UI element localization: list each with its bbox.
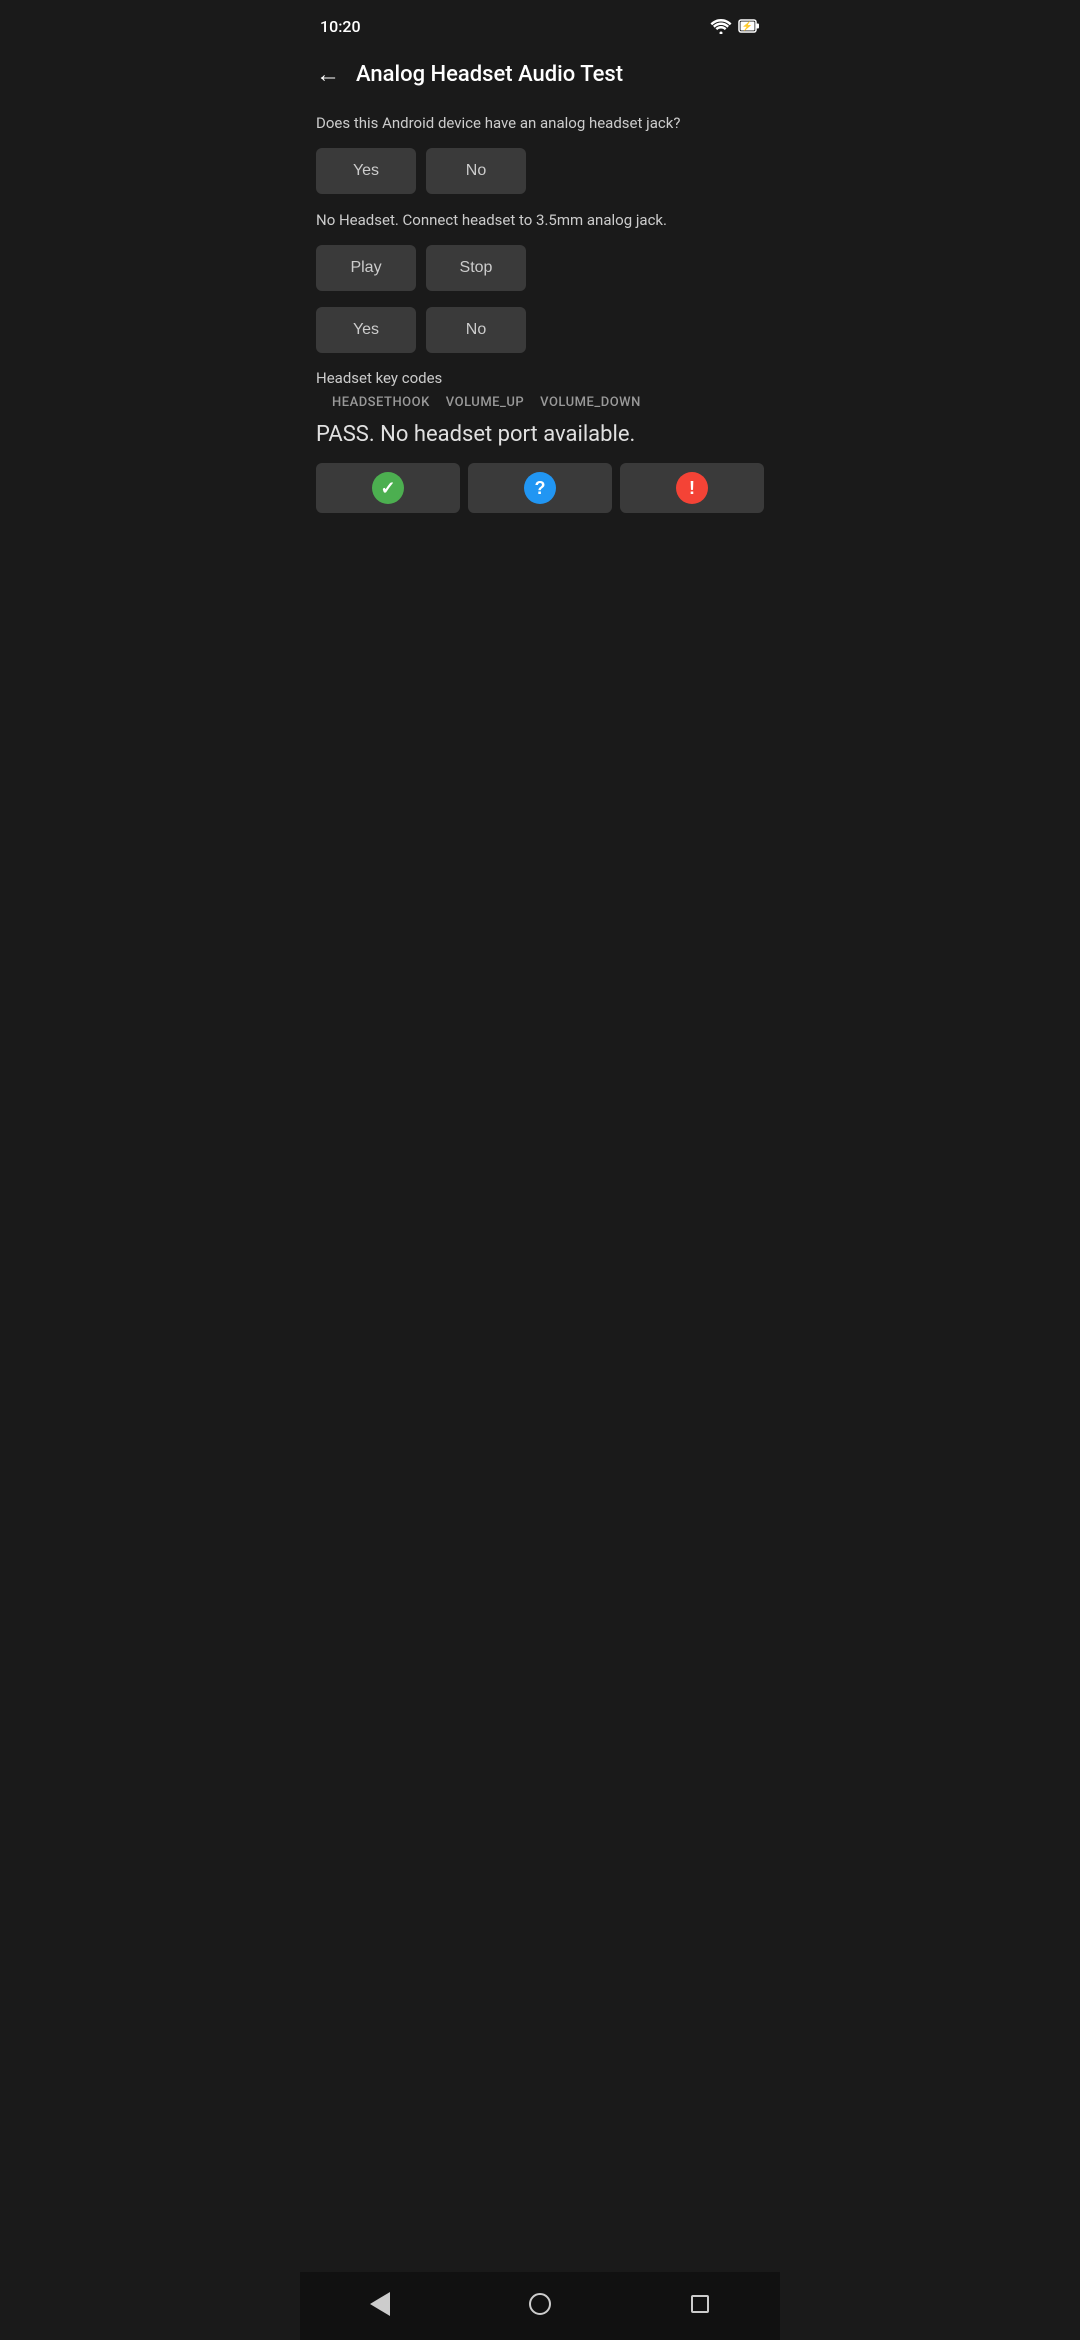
unknown-icon: ? xyxy=(524,472,556,504)
nav-home-icon xyxy=(529,2293,551,2315)
unknown-action-button[interactable]: ? xyxy=(468,463,612,513)
nav-recent-icon xyxy=(691,2295,709,2313)
headset-jack-question: Does this Android device have an analog … xyxy=(316,113,764,134)
headset-connect-info: No Headset. Connect headset to 3.5mm ana… xyxy=(316,210,764,231)
status-bar: 10:20 ⚡ xyxy=(300,0,780,48)
yes-no-buttons: Yes No xyxy=(316,307,764,353)
pass-action-button[interactable]: ✓ xyxy=(316,463,460,513)
svg-text:⚡: ⚡ xyxy=(742,20,753,32)
status-time: 10:20 xyxy=(320,17,361,36)
play-stop-buttons: Play Stop xyxy=(316,245,764,291)
no-button-1[interactable]: No xyxy=(426,148,526,194)
yes-button-2[interactable]: Yes xyxy=(316,307,416,353)
key-code-headsethook: HEADSETHOOK xyxy=(332,395,430,410)
wifi-icon xyxy=(710,18,732,34)
navigation-bar xyxy=(300,2272,780,2340)
nav-recent-button[interactable] xyxy=(680,2284,720,2324)
pass-text: PASS. No headset port available. xyxy=(316,422,764,447)
key-code-volume-down: VOLUME_DOWN xyxy=(540,395,641,410)
fail-icon: ! xyxy=(676,472,708,504)
fail-exclamation: ! xyxy=(689,478,695,499)
nav-home-button[interactable] xyxy=(520,2284,560,2324)
pass-icon: ✓ xyxy=(372,472,404,504)
nav-back-button[interactable] xyxy=(360,2284,400,2324)
nav-back-icon xyxy=(370,2292,390,2316)
page-title: Analog Headset Audio Test xyxy=(356,62,623,87)
content-area: Does this Android device have an analog … xyxy=(300,105,780,2272)
status-icons: ⚡ xyxy=(710,18,760,34)
key-codes-list: HEADSETHOOK VOLUME_UP VOLUME_DOWN xyxy=(316,395,764,410)
battery-charging-icon: ⚡ xyxy=(738,18,760,34)
action-buttons-row: ✓ ? ! xyxy=(316,463,764,513)
unknown-question-mark: ? xyxy=(535,478,546,499)
header: ← Analog Headset Audio Test xyxy=(300,48,780,105)
key-code-volume-up: VOLUME_UP xyxy=(446,395,524,410)
back-button[interactable]: ← xyxy=(316,60,340,89)
no-button-2[interactable]: No xyxy=(426,307,526,353)
play-button[interactable]: Play xyxy=(316,245,416,291)
stop-button[interactable]: Stop xyxy=(426,245,526,291)
key-codes-label: Headset key codes xyxy=(316,369,764,387)
fail-action-button[interactable]: ! xyxy=(620,463,764,513)
pass-checkmark: ✓ xyxy=(380,478,395,499)
headset-jack-buttons: Yes No xyxy=(316,148,764,194)
yes-button-1[interactable]: Yes xyxy=(316,148,416,194)
